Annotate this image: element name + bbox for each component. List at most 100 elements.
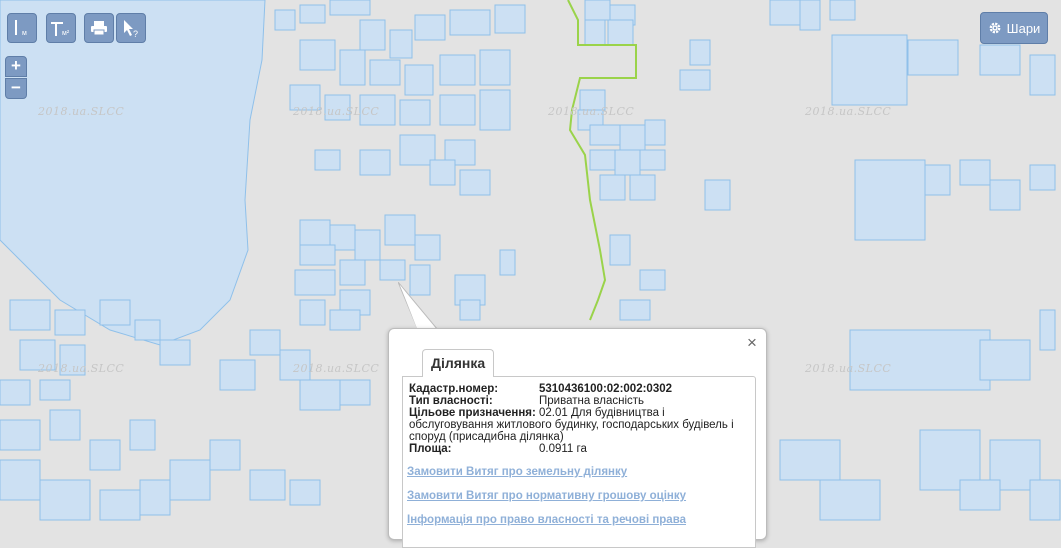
- land-parcel[interactable]: [134, 319, 161, 341]
- land-parcel[interactable]: [384, 214, 416, 246]
- land-parcel[interactable]: [359, 19, 386, 51]
- land-parcel[interactable]: [829, 0, 856, 21]
- land-parcel[interactable]: [359, 149, 391, 176]
- land-parcel[interactable]: [439, 94, 476, 126]
- land-parcel[interactable]: [299, 39, 336, 71]
- land-parcel[interactable]: [689, 39, 711, 66]
- land-parcel[interactable]: [294, 269, 336, 296]
- land-parcel[interactable]: [959, 159, 991, 186]
- identify-button[interactable]: ?: [116, 13, 146, 43]
- land-parcel[interactable]: [404, 64, 434, 96]
- land-parcel[interactable]: [499, 249, 516, 276]
- land-parcel[interactable]: [369, 59, 401, 86]
- land-parcel[interactable]: [379, 259, 406, 281]
- land-parcel[interactable]: [584, 0, 611, 21]
- land-parcel[interactable]: [339, 379, 371, 406]
- land-parcel[interactable]: [979, 44, 1021, 76]
- land-parcel[interactable]: [314, 149, 341, 171]
- land-parcel[interactable]: [779, 439, 841, 481]
- land-parcel[interactable]: [354, 229, 381, 261]
- land-parcel[interactable]: [619, 124, 646, 151]
- land-parcel[interactable]: [704, 179, 731, 211]
- land-parcel[interactable]: [479, 49, 511, 86]
- print-button[interactable]: [84, 13, 114, 43]
- land-parcel[interactable]: [0, 459, 41, 501]
- land-parcel[interactable]: [209, 439, 241, 471]
- land-parcel[interactable]: [831, 34, 908, 106]
- land-parcel[interactable]: [89, 439, 121, 471]
- land-parcel[interactable]: [989, 179, 1021, 211]
- land-parcel[interactable]: [584, 19, 606, 46]
- land-parcel[interactable]: [1029, 164, 1056, 191]
- land-parcel[interactable]: [414, 234, 441, 261]
- land-parcel[interactable]: [449, 9, 491, 36]
- close-popup-button[interactable]: ×: [747, 334, 757, 351]
- land-parcel[interactable]: [219, 359, 256, 391]
- land-parcel[interactable]: [99, 299, 131, 326]
- land-parcel[interactable]: [339, 49, 366, 86]
- layers-button[interactable]: Шари: [980, 12, 1048, 44]
- land-parcel[interactable]: [274, 9, 296, 31]
- land-parcel[interactable]: [679, 69, 711, 91]
- land-parcel[interactable]: [299, 299, 326, 326]
- land-parcel[interactable]: [249, 469, 286, 501]
- land-parcel[interactable]: [1029, 54, 1056, 96]
- land-parcel[interactable]: [329, 309, 361, 331]
- measure-area-button[interactable]: м²: [46, 13, 76, 43]
- land-parcel[interactable]: [854, 159, 926, 241]
- land-parcel[interactable]: [399, 99, 431, 126]
- land-parcel[interactable]: [1029, 479, 1061, 521]
- land-parcel[interactable]: [9, 299, 51, 331]
- land-parcel[interactable]: [619, 299, 651, 321]
- zoom-in-button[interactable]: +: [5, 56, 27, 77]
- land-parcel[interactable]: [769, 0, 801, 26]
- land-parcel[interactable]: [329, 0, 371, 16]
- land-parcel[interactable]: [389, 29, 413, 59]
- land-parcel[interactable]: [609, 234, 631, 266]
- ownership-info-link[interactable]: Інформація про право власності та речові…: [407, 514, 686, 526]
- land-parcel[interactable]: [39, 479, 91, 521]
- land-parcel[interactable]: [249, 329, 281, 356]
- land-parcel[interactable]: [494, 4, 526, 34]
- land-parcel[interactable]: [849, 329, 991, 391]
- land-parcel[interactable]: [479, 89, 511, 131]
- land-parcel[interactable]: [0, 419, 41, 451]
- order-valuation-extract-link[interactable]: Замовити Витяг про нормативну грошову оц…: [407, 490, 686, 502]
- land-parcel[interactable]: [607, 19, 634, 46]
- land-parcel[interactable]: [429, 159, 456, 186]
- land-parcel[interactable]: [299, 219, 331, 246]
- land-parcel[interactable]: [589, 149, 616, 171]
- land-parcel[interactable]: [159, 339, 191, 366]
- land-parcel[interactable]: [907, 39, 959, 76]
- tab-parcel[interactable]: Ділянка: [422, 349, 495, 377]
- land-parcel[interactable]: [639, 149, 666, 171]
- land-parcel[interactable]: [169, 459, 211, 501]
- land-parcel[interactable]: [54, 309, 86, 336]
- land-parcel[interactable]: [639, 269, 666, 291]
- land-parcel[interactable]: [414, 14, 446, 41]
- land-parcel[interactable]: [39, 379, 71, 401]
- land-parcel[interactable]: [979, 339, 1031, 381]
- land-parcel[interactable]: [589, 124, 621, 146]
- land-parcel[interactable]: [299, 4, 326, 24]
- land-parcel[interactable]: [0, 379, 31, 406]
- land-parcel[interactable]: [1039, 309, 1056, 351]
- land-parcel[interactable]: [614, 149, 641, 176]
- land-parcel[interactable]: [139, 479, 171, 516]
- zoom-out-button[interactable]: −: [5, 78, 27, 99]
- land-parcel[interactable]: [129, 419, 156, 451]
- land-parcel[interactable]: [459, 299, 481, 321]
- land-parcel[interactable]: [299, 244, 336, 266]
- land-parcel[interactable]: [99, 489, 141, 521]
- land-parcel[interactable]: [339, 259, 366, 286]
- land-parcel[interactable]: [49, 409, 81, 441]
- measure-distance-button[interactable]: м: [7, 13, 37, 43]
- land-parcel[interactable]: [819, 479, 881, 521]
- land-parcel[interactable]: [459, 169, 491, 196]
- order-land-extract-link[interactable]: Замовити Витяг про земельну ділянку: [407, 466, 627, 478]
- land-parcel[interactable]: [299, 379, 341, 411]
- land-parcel[interactable]: [599, 174, 626, 201]
- land-parcel[interactable]: [629, 174, 656, 201]
- land-parcel[interactable]: [924, 164, 951, 196]
- land-parcel[interactable]: [439, 54, 476, 86]
